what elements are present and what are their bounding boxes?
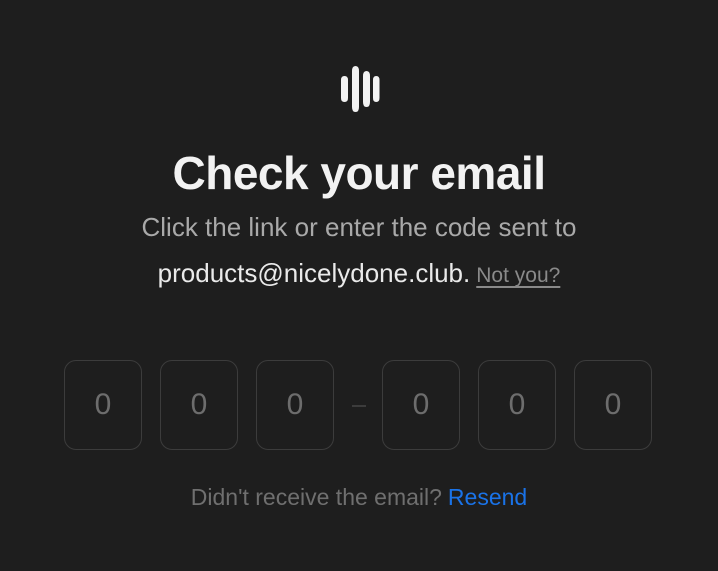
code-digit-6[interactable]: 0 (574, 360, 652, 450)
bars-logo-icon (341, 66, 380, 112)
email-line: products@nicelydone.club. Not you? (0, 255, 718, 296)
resend-link[interactable]: Resend (448, 484, 527, 510)
code-separator (352, 405, 366, 407)
code-digit-3[interactable]: 0 (256, 360, 334, 450)
page-title: Check your email (172, 147, 546, 199)
email-address: products@nicelydone.club. (157, 258, 471, 288)
code-digit-1[interactable]: 0 (64, 360, 142, 450)
resend-row: Didn't receive the email? Resend (0, 482, 718, 512)
instruction-text: Click the link or enter the code sent to (141, 212, 577, 242)
verify-email-page: Check your email Click the link or enter… (0, 0, 718, 571)
code-digit-2[interactable]: 0 (160, 360, 238, 450)
code-digit-5[interactable]: 0 (478, 360, 556, 450)
resend-prompt: Didn't receive the email? (190, 484, 442, 510)
not-you-link[interactable]: Not you? (476, 264, 560, 287)
code-digit-4[interactable]: 0 (382, 360, 460, 450)
